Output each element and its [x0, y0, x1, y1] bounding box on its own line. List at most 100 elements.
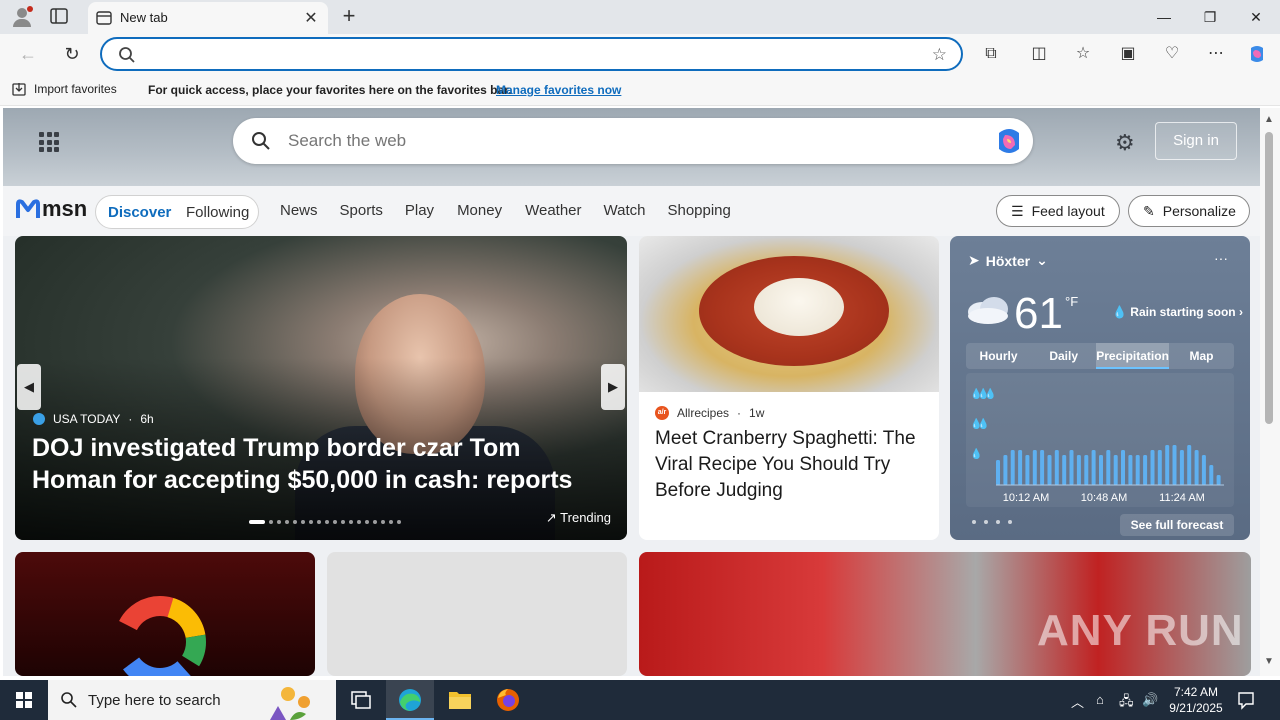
nav-money[interactable]: Money [457, 202, 502, 219]
import-favorites-button[interactable]: Import favorites [12, 82, 117, 96]
carousel-dot[interactable] [341, 520, 345, 524]
tab-map[interactable]: Map [1169, 343, 1234, 369]
feed-layout-button[interactable]: ☰ Feed layout [996, 195, 1120, 227]
feed-tabs: Discover Following [95, 195, 259, 229]
carousel-dot[interactable] [317, 520, 321, 524]
nav-play[interactable]: Play [405, 202, 434, 219]
network-device-icon[interactable]: ⌂ [1096, 692, 1104, 707]
profile-icon[interactable] [10, 6, 34, 28]
tab-hourly[interactable]: Hourly [966, 343, 1031, 369]
manage-favorites-link[interactable]: Manage favorites now [496, 83, 621, 97]
carousel-dot[interactable] [365, 520, 369, 524]
browser-toolbar: ← ↻ ☆ ⧉ ◫ ☆ ▣ ♡ ⋯ [0, 34, 1280, 74]
food-story-card[interactable]: a/r Allrecipes · 1w Meet Cranberry Spagh… [639, 236, 939, 540]
tab-actions-icon[interactable] [50, 8, 70, 26]
more-options-icon[interactable]: ··· [1214, 250, 1228, 266]
tab-discover[interactable]: Discover [108, 204, 171, 221]
scroll-down-icon[interactable]: ▼ [1264, 656, 1274, 667]
network-icon[interactable]: 🖧 [1119, 692, 1134, 714]
carousel-dot[interactable] [309, 520, 313, 524]
copilot-icon[interactable] [993, 125, 1025, 157]
address-bar[interactable]: ☆ [100, 37, 963, 71]
carousel-dot[interactable] [397, 520, 401, 524]
feed-layout-label: Feed layout [1031, 203, 1105, 219]
carousel-dot[interactable] [325, 520, 329, 524]
precipitation-bar [1150, 450, 1155, 485]
favorite-star-icon[interactable]: ☆ [932, 45, 947, 65]
tab-new-tab[interactable]: New tab ✕ [88, 2, 328, 34]
trending-badge: ↗ Trending [546, 510, 611, 526]
personalize-button[interactable]: ✎ Personalize [1128, 195, 1250, 227]
taskbar-search[interactable]: Type here to search [48, 680, 336, 720]
file-explorer-button[interactable] [436, 680, 484, 720]
page-scrollbar[interactable]: ▲ ▼ [1260, 108, 1280, 676]
raindrop-icon: 💧 [1112, 305, 1127, 319]
split-screen-icon[interactable]: ◫ [1029, 44, 1049, 64]
favorites-icon[interactable]: ☆ [1073, 44, 1093, 64]
refresh-button[interactable]: ↻ [60, 42, 84, 66]
source-name: Allrecipes [677, 406, 730, 420]
carousel-prev-button[interactable]: ◀ [17, 364, 41, 410]
google-story-card[interactable] [15, 552, 315, 676]
edge-taskbar-button[interactable] [386, 680, 434, 720]
carousel-dot[interactable] [285, 520, 289, 524]
weather-location[interactable]: ➤ Höxter ⌄ [968, 252, 1048, 269]
temperature-unit[interactable]: °F [1065, 294, 1078, 309]
close-window-button[interactable]: ✕ [1233, 0, 1279, 34]
back-button[interactable]: ← [16, 42, 40, 66]
carousel-dot[interactable] [301, 520, 305, 524]
volume-icon[interactable]: 🔊 [1142, 692, 1158, 708]
carousel-dot[interactable] [381, 520, 385, 524]
browser-essentials-icon[interactable]: ♡ [1162, 44, 1182, 64]
gear-icon[interactable]: ⚙ [1115, 130, 1135, 156]
collections-icon[interactable]: ▣ [1118, 44, 1138, 64]
nav-news[interactable]: News [280, 202, 318, 219]
settings-more-icon[interactable]: ⋯ [1206, 44, 1226, 64]
carousel-next-button[interactable]: ▶ [601, 364, 625, 410]
scrollbar-thumb[interactable] [1265, 132, 1273, 424]
firefox-button[interactable] [484, 680, 532, 720]
tab-following[interactable]: Following [186, 204, 249, 221]
msn-logo-text: msn [42, 196, 88, 221]
lead-story-title[interactable]: DOJ investigated Trump border czar Tom H… [32, 432, 612, 496]
lead-story-card[interactable]: ◀ ▶ USA TODAY · 6h DOJ investigated Trum… [15, 236, 627, 540]
scroll-up-icon[interactable]: ▲ [1264, 114, 1274, 125]
firefox-icon [497, 689, 519, 711]
barrier-story-card[interactable]: ANY RUN [639, 552, 1251, 676]
sign-in-button[interactable]: Sign in [1155, 122, 1237, 160]
copilot-icon[interactable] [1247, 44, 1267, 64]
nav-shopping[interactable]: Shopping [667, 202, 730, 219]
carousel-dot[interactable] [277, 520, 281, 524]
minimize-button[interactable]: — [1141, 0, 1187, 34]
nav-weather[interactable]: Weather [525, 202, 581, 219]
extensions-icon[interactable]: ⧉ [981, 44, 1001, 64]
tab-precipitation[interactable]: Precipitation [1096, 343, 1169, 369]
tab-daily[interactable]: Daily [1031, 343, 1096, 369]
apps-launcher-icon[interactable] [39, 132, 59, 152]
carousel-dot[interactable] [373, 520, 377, 524]
food-story-title[interactable]: Meet Cranberry Spaghetti: The Viral Reci… [655, 426, 925, 504]
precipitation-bar [1128, 455, 1133, 485]
carousel-dot[interactable] [389, 520, 393, 524]
carousel-dot[interactable] [357, 520, 361, 524]
show-hidden-icons-icon[interactable]: ︿ [1071, 692, 1084, 711]
see-full-forecast-button[interactable]: See full forecast [1120, 514, 1234, 536]
new-tab-button[interactable]: + [338, 5, 360, 27]
carousel-dot[interactable] [269, 520, 273, 524]
carousel-dot[interactable] [249, 520, 265, 524]
precipitation-bar [1025, 455, 1030, 485]
start-button[interactable] [0, 680, 48, 720]
notifications-icon[interactable] [1236, 690, 1256, 710]
restore-button[interactable]: ❐ [1187, 0, 1233, 34]
carousel-dot[interactable] [293, 520, 297, 524]
carousel-dot[interactable] [349, 520, 353, 524]
task-view-button[interactable] [336, 680, 384, 720]
carousel-dot[interactable] [333, 520, 337, 524]
rain-alert[interactable]: 💧 Rain starting soon › [1112, 305, 1243, 319]
clock[interactable]: 7:42 AM 9/21/2025 [1168, 684, 1224, 716]
nav-watch[interactable]: Watch [604, 202, 646, 219]
close-tab-icon[interactable]: ✕ [302, 8, 320, 28]
nav-sports[interactable]: Sports [340, 202, 383, 219]
web-search-box[interactable]: Search the web [233, 118, 1033, 164]
msn-logo[interactable]: msn [16, 196, 87, 222]
